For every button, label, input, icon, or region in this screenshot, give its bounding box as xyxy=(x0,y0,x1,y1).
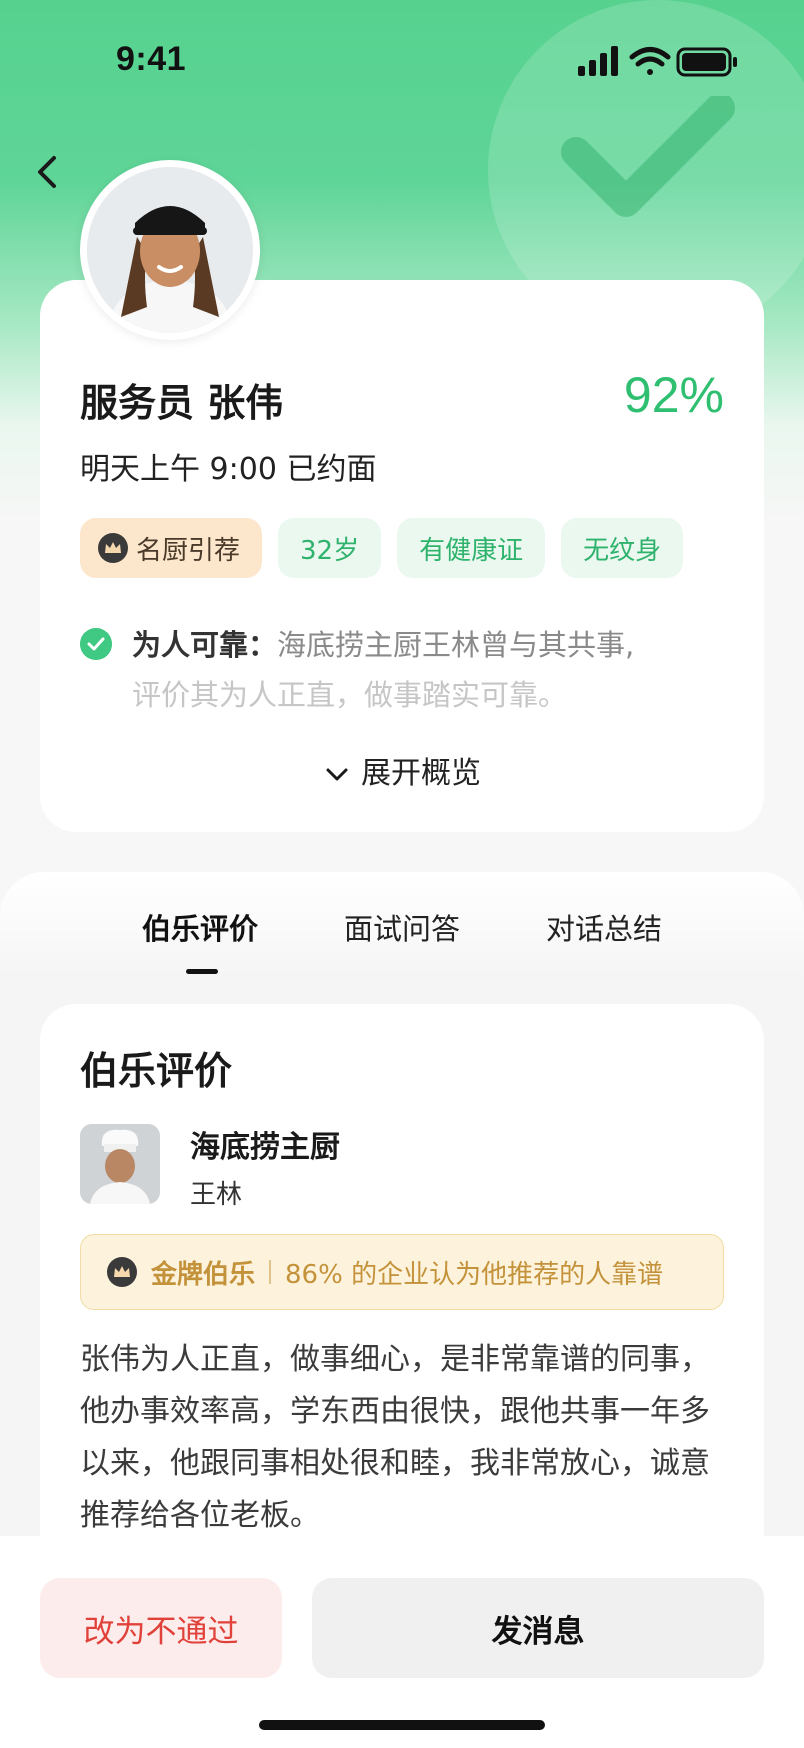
match-percent: 92% xyxy=(623,367,724,423)
tag-label: 32岁 xyxy=(300,535,360,566)
tab-bar: 伯乐评价 面试问答 对话总结 xyxy=(100,906,704,948)
review-title: 伯乐评价 xyxy=(80,1049,233,1093)
tab-active-indicator xyxy=(186,969,218,974)
status-bar: 9:41 xyxy=(0,0,804,120)
review-body: 张伟为人正直，做事细心，是非常靠谱的同事，他办事效率高，学东西由很快，跟他共事一… xyxy=(80,1342,710,1533)
status-icons xyxy=(578,46,737,77)
tag-label: 无纹身 xyxy=(583,535,662,566)
tab-bole-review[interactable]: 伯乐评价 xyxy=(100,906,300,948)
signal-icon xyxy=(578,46,618,76)
crown-icon xyxy=(98,533,128,563)
highlight-text-faded: 评价其为人正直，做事踏实可靠。 xyxy=(132,678,568,712)
home-indicator xyxy=(259,1720,545,1730)
tab-interview-qa[interactable]: 面试问答 xyxy=(302,906,502,948)
highlight-text: 海底捞主厨王林曾与其共事, xyxy=(277,628,635,662)
reviewer-avatar xyxy=(80,1124,160,1204)
tag-chef-recommend: 名厨引荐 xyxy=(80,518,263,578)
tag-label: 名厨引荐 xyxy=(136,535,241,566)
send-message-button[interactable]: 发消息 xyxy=(312,1578,764,1678)
tag-label: 有健康证 xyxy=(419,535,524,566)
divider xyxy=(269,1260,272,1284)
tag-health-cert: 有健康证 xyxy=(397,518,546,578)
tag-age: 32岁 xyxy=(278,518,382,578)
reject-button[interactable]: 改为不通过 xyxy=(40,1578,282,1678)
highlight-title: 为人可靠： xyxy=(132,628,278,662)
gold-bole-badge: 金牌伯乐 86% 的企业认为他推荐的人靠谱 xyxy=(80,1234,724,1310)
chevron-down-icon xyxy=(326,768,348,780)
expand-label: 展开概览 xyxy=(361,756,481,791)
status-time: 9:41 xyxy=(116,40,187,78)
gold-badge-label: 金牌伯乐 xyxy=(151,1259,256,1290)
expand-overview-button[interactable]: 展开概览 xyxy=(0,748,804,792)
crown-icon xyxy=(107,1257,137,1287)
candidate-avatar xyxy=(80,160,260,340)
highlight-summary: 为人可靠：海底捞主厨王林曾与其共事, 评价其为人正直，做事踏实可靠。 xyxy=(80,620,720,720)
reviewer-org: 海底捞主厨 xyxy=(190,1130,340,1165)
tag-no-tattoo: 无纹身 xyxy=(561,518,684,578)
tag-list: 名厨引荐 32岁 有健康证 无纹身 xyxy=(80,518,684,578)
battery-icon xyxy=(676,47,737,77)
reviewer-name: 王林 xyxy=(190,1180,243,1210)
check-circle-icon xyxy=(80,628,112,660)
candidate-name: 服务员 张伟 xyxy=(80,381,284,425)
tab-chat-summary[interactable]: 对话总结 xyxy=(504,906,704,948)
wifi-icon xyxy=(629,47,671,75)
interview-time: 明天上午 9:00 已约面 xyxy=(80,452,377,487)
back-icon[interactable] xyxy=(28,148,68,196)
gold-badge-desc: 86% 的企业认为他推荐的人靠谱 xyxy=(285,1259,664,1290)
